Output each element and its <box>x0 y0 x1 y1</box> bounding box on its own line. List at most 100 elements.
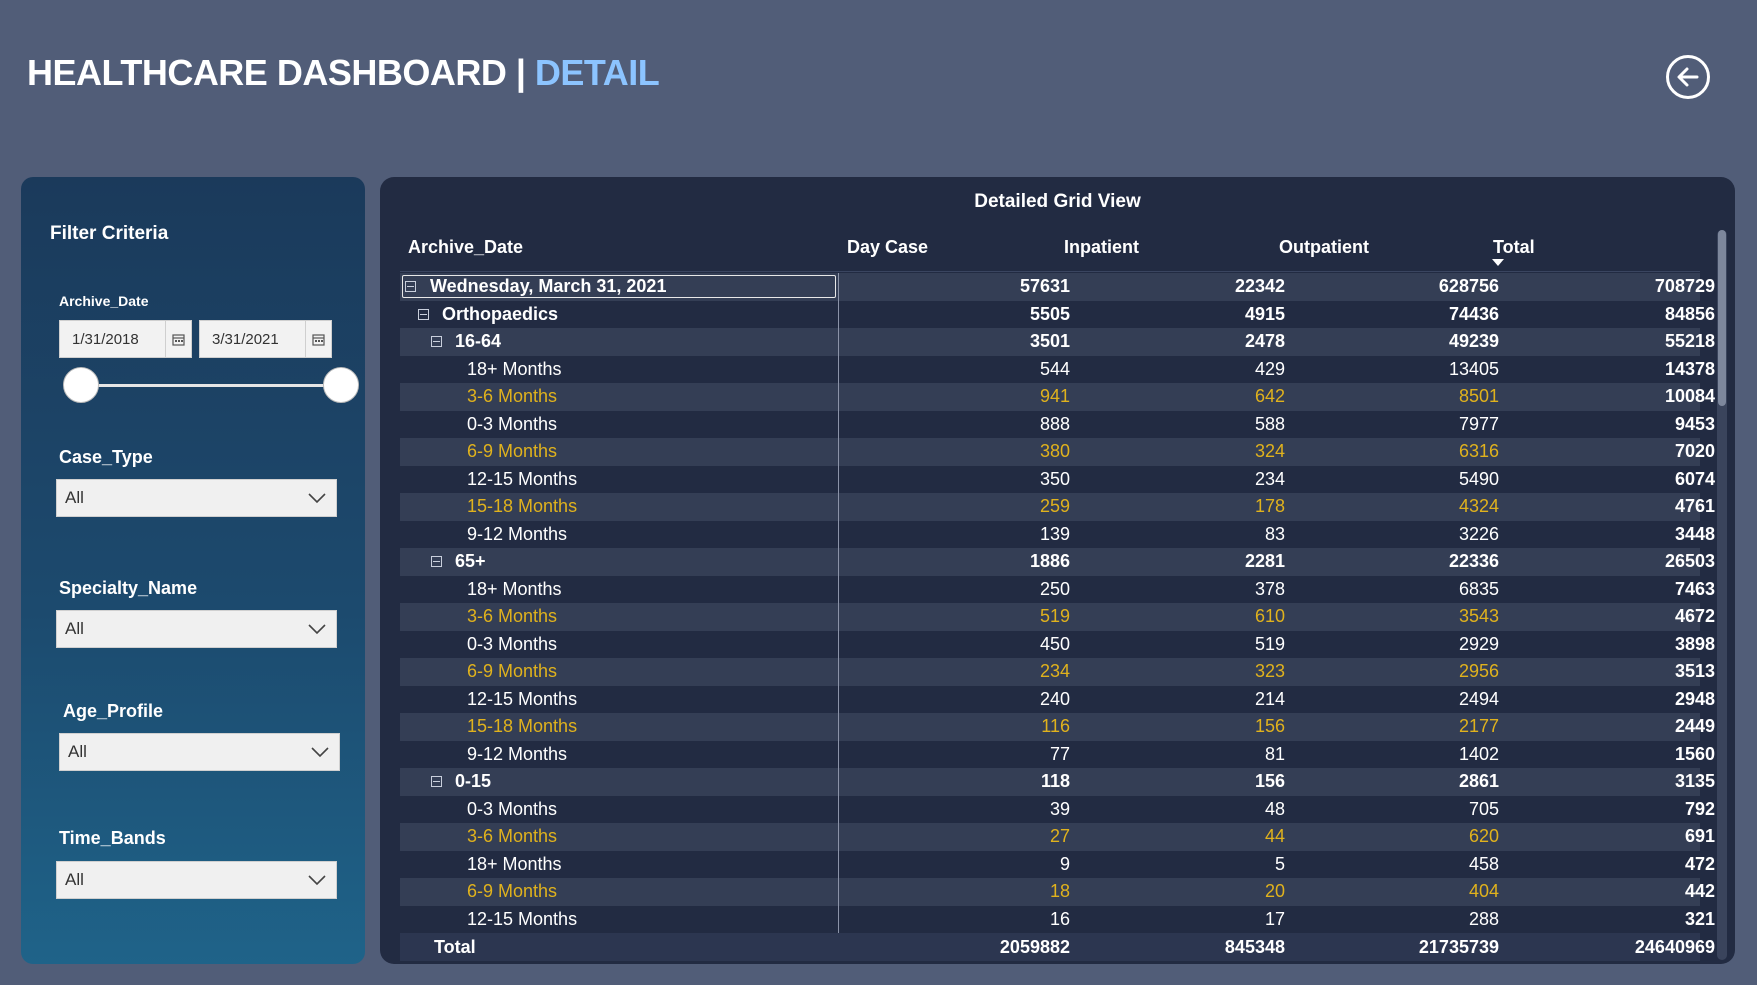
grid-row[interactable]: 12-15 Months 16 17 288 321 <box>400 906 1715 934</box>
grid-scrollbar-thumb[interactable] <box>1718 230 1726 406</box>
total-label: Total <box>434 937 476 957</box>
cell-total: 442 <box>1684 881 1715 901</box>
grid-row[interactable]: 18+ Months 250 378 6835 7463 <box>400 576 1715 604</box>
cell-outpatient: 49239 <box>1448 331 1499 351</box>
cell-outpatient: 6316 <box>1458 441 1499 461</box>
specialty-name-dropdown[interactable]: All <box>56 610 337 648</box>
cell-day-case: 116 <box>1041 716 1070 736</box>
cell-inpatient: 83 <box>1264 523 1285 544</box>
column-header-archive-date[interactable]: Archive_Date <box>408 237 523 258</box>
cell-outpatient: 2861 <box>1458 771 1499 791</box>
sort-descending-icon[interactable] <box>1492 259 1504 266</box>
age-profile-dropdown[interactable]: All <box>59 733 340 771</box>
collapse-icon[interactable] <box>431 336 442 347</box>
cell-total: 472 <box>1684 853 1715 874</box>
grid-row[interactable]: 0-3 Months 888 588 7977 9453 <box>400 411 1715 439</box>
calendar-icon[interactable] <box>305 321 331 357</box>
column-header-outpatient[interactable]: Outpatient <box>1279 237 1369 258</box>
grid-group-row[interactable]: 0-15 118 156 2861 3135 <box>400 768 1715 796</box>
cell-day-case: 9 <box>1059 853 1070 874</box>
back-button[interactable] <box>1666 55 1710 99</box>
grid-title: Detailed Grid View <box>974 191 1141 212</box>
cell-total: 2449 <box>1674 716 1715 736</box>
grid-group-row[interactable]: Orthopaedics 5505 4915 74436 84856 <box>400 301 1715 329</box>
grid-row[interactable]: 18+ Months 9 5 458 472 <box>400 851 1715 879</box>
date-range-slider-track[interactable] <box>79 384 341 387</box>
cell-total: 9453 <box>1674 413 1715 434</box>
arrow-left-circle-icon <box>1677 67 1699 87</box>
grid-row[interactable]: 3-6 Months 941 642 8501 10084 <box>400 383 1715 411</box>
column-header-day-case[interactable]: Day Case <box>847 237 928 258</box>
grid-group-row[interactable]: 65+ 1886 2281 22336 26503 <box>400 548 1715 576</box>
grid-row[interactable]: 15-18 Months 116 156 2177 2449 <box>400 713 1715 741</box>
filter-panel: Filter Criteria Archive_Date 1/31/2018 3… <box>21 177 365 964</box>
grid-row[interactable]: 6-9 Months 18 20 404 442 <box>400 878 1715 906</box>
row-label: 12-15 Months <box>467 688 578 709</box>
cell-day-case: 350 <box>1039 468 1070 489</box>
cell-outpatient: 458 <box>1468 853 1499 874</box>
cell-total: 7463 <box>1674 578 1715 599</box>
date-range-slider-end-handle[interactable] <box>323 367 359 403</box>
cell-total: 792 <box>1684 798 1715 819</box>
cell-day-case: 380 <box>1039 441 1070 461</box>
grid-row[interactable]: 12-15 Months 350 234 5490 6074 <box>400 466 1715 494</box>
cell-total: 3135 <box>1674 771 1715 791</box>
cell-total: 691 <box>1684 826 1715 846</box>
row-label: 3-6 Months <box>467 826 558 846</box>
column-header-inpatient[interactable]: Inpatient <box>1064 237 1139 258</box>
grid-row[interactable]: 6-9 Months 380 324 6316 7020 <box>400 438 1715 466</box>
cell-inpatient: 4915 <box>1244 303 1285 324</box>
cell-outpatient: 705 <box>1468 798 1499 819</box>
cell-inpatient: 81 <box>1264 743 1285 764</box>
grid-group-row[interactable]: 16-64 3501 2478 49239 55218 <box>400 328 1715 356</box>
column-header-total[interactable]: Total <box>1493 237 1535 258</box>
calendar-icon[interactable] <box>165 321 191 357</box>
cell-inpatient: 178 <box>1254 496 1285 516</box>
cell-inpatient: 5 <box>1274 853 1285 874</box>
cell-outpatient: 620 <box>1468 826 1499 846</box>
collapse-icon[interactable] <box>405 281 416 292</box>
cell-outpatient: 74436 <box>1448 303 1499 324</box>
grid-row[interactable]: 9-12 Months 77 81 1402 1560 <box>400 741 1715 769</box>
cell-total: 2948 <box>1674 688 1715 709</box>
row-label: 6-9 Months <box>467 881 558 901</box>
collapse-icon[interactable] <box>431 556 442 567</box>
cell-total: 84856 <box>1664 303 1715 324</box>
grid-row[interactable]: 9-12 Months 139 83 3226 3448 <box>400 521 1715 549</box>
grid-row[interactable]: 18+ Months 544 429 13405 14378 <box>400 356 1715 384</box>
cell-outpatient: 288 <box>1468 908 1499 929</box>
page-title-accent: DETAIL <box>534 52 660 93</box>
grid-scrollbar[interactable] <box>1717 230 1727 960</box>
grid-row[interactable]: 0-3 Months 39 48 705 792 <box>400 796 1715 824</box>
row-label: 9-12 Months <box>467 523 568 544</box>
grid-row[interactable]: 3-6 Months 27 44 620 691 <box>400 823 1715 851</box>
grid-row[interactable]: 15-18 Months 259 178 4324 4761 <box>400 493 1715 521</box>
row-label: Orthopaedics <box>442 303 559 324</box>
cell-day-case: 544 <box>1039 358 1070 379</box>
row-label: 6-9 Months <box>467 441 558 461</box>
grid-row[interactable]: 0-3 Months 450 519 2929 3898 <box>400 631 1715 659</box>
chevron-down-icon <box>308 492 326 503</box>
case-type-dropdown[interactable]: All <box>56 479 337 517</box>
date-range-slider-start-handle[interactable] <box>63 367 99 403</box>
cell-inpatient: 44 <box>1264 826 1285 846</box>
cell-outpatient: 1402 <box>1458 743 1499 764</box>
grid-row[interactable]: 6-9 Months 234 323 2956 3513 <box>400 658 1715 686</box>
grid-row[interactable]: 12-15 Months 240 214 2494 2948 <box>400 686 1715 714</box>
cell-outpatient: 404 <box>1468 881 1499 901</box>
grid-body: Wednesday, March 31, 2021 57631 22342 62875… <box>400 273 1715 934</box>
time-bands-dropdown[interactable]: All <box>56 861 337 899</box>
end-date-input[interactable]: 3/31/2021 <box>199 320 332 358</box>
page-title-separator: | <box>506 52 535 93</box>
collapse-icon[interactable] <box>418 308 429 320</box>
cell-day-case: 250 <box>1039 578 1070 599</box>
collapse-icon[interactable] <box>431 776 442 787</box>
row-label: 0-15 <box>455 771 492 791</box>
start-date-input[interactable]: 1/31/2018 <box>59 320 192 358</box>
grid-group-row[interactable]: Wednesday, March 31, 2021 57631 22342 62875… <box>400 273 1715 301</box>
total-day-case: 2059882 <box>999 937 1070 957</box>
cell-day-case: 519 <box>1039 606 1070 626</box>
grid-total-row: Total 2059882 845348 21735739 24640969 <box>400 933 1715 961</box>
row-label: 15-18 Months <box>467 716 578 736</box>
grid-row[interactable]: 3-6 Months 519 610 3543 4672 <box>400 603 1715 631</box>
